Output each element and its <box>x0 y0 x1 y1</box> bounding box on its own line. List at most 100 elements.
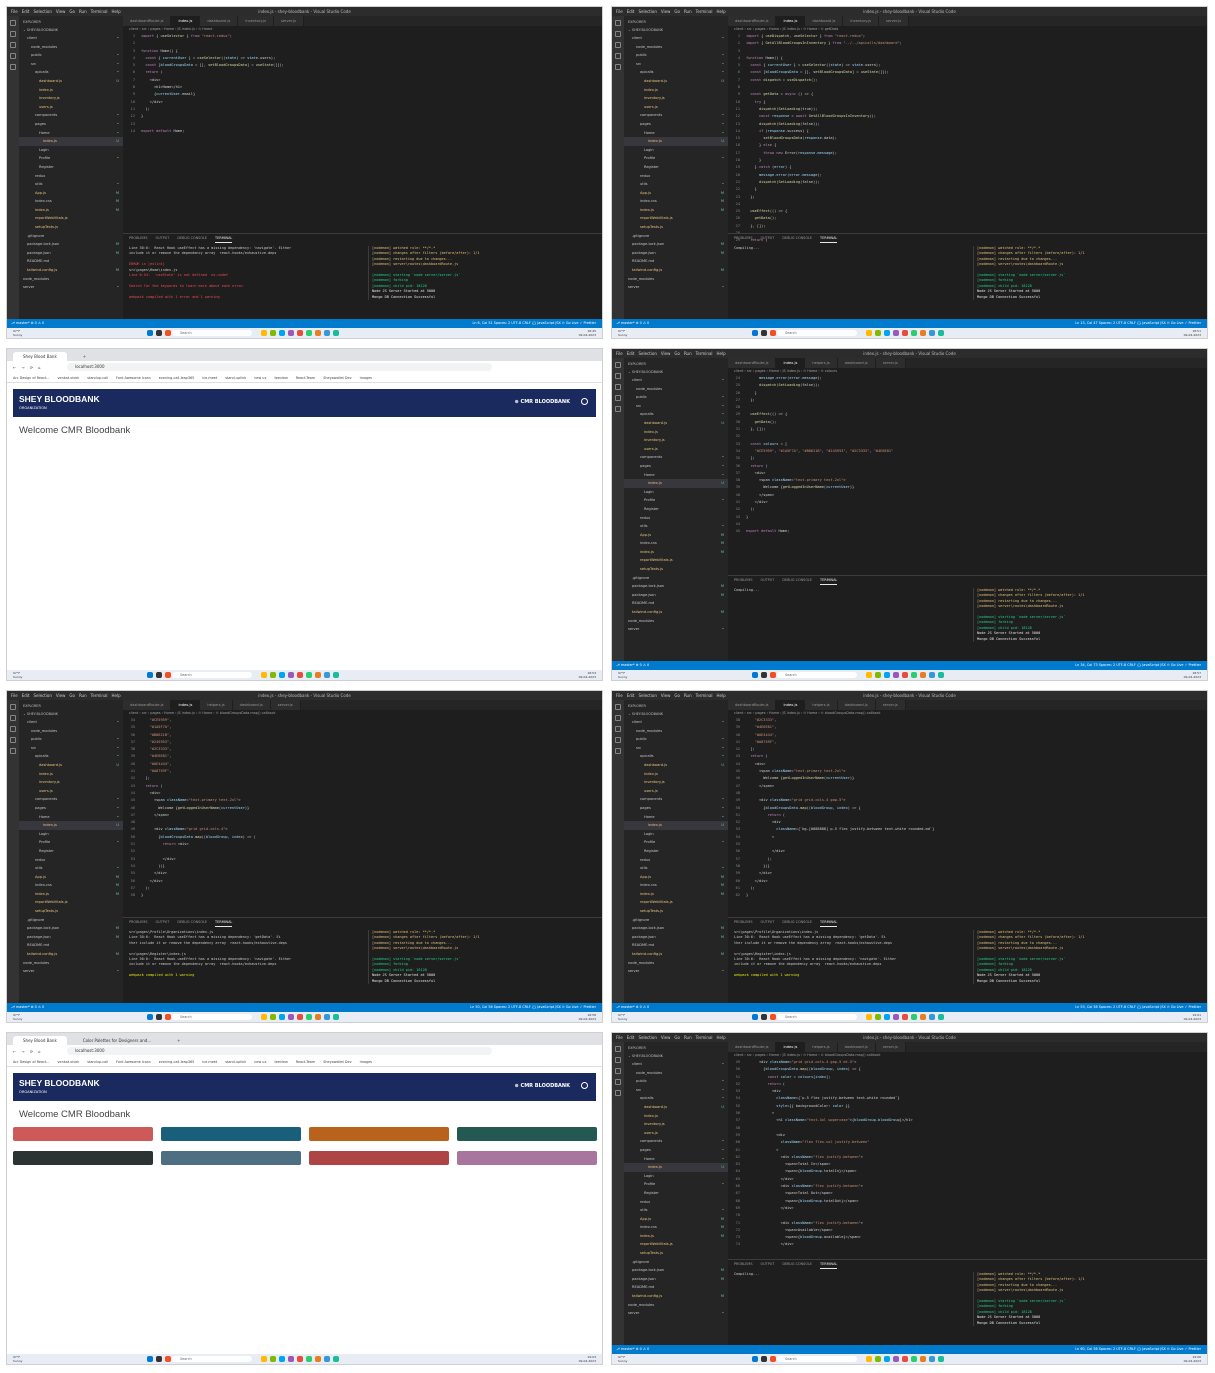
taskbar-app-icon[interactable] <box>315 672 321 678</box>
cursor-info[interactable]: Ln 6, Col 51 Spaces: 2 UTF-8 CRLF {} Jav… <box>472 319 602 328</box>
editor-tab[interactable]: helpers.js <box>805 700 838 710</box>
taskbar-app-icon[interactable] <box>884 330 890 336</box>
editor-tab[interactable]: server.js <box>878 16 910 26</box>
editor-tab[interactable]: server.js <box>875 700 906 710</box>
taskbar-app-icon[interactable] <box>875 1014 881 1020</box>
taskbar-app-icon[interactable] <box>279 672 285 678</box>
explorer-item[interactable]: index.js M <box>624 890 728 899</box>
bookmark[interactable]: Arc Design of React... <box>13 373 50 382</box>
panel-tab[interactable]: DEBUG CONSOLE <box>782 576 812 585</box>
editor-tab[interactable]: dashboard.js <box>837 358 876 368</box>
explorer-item[interactable]: server • <box>624 967 728 976</box>
bookmark[interactable]: Arc Design of React... <box>13 1057 50 1066</box>
explorer-item[interactable]: Profile • <box>624 154 728 163</box>
explorer-item[interactable]: Register <box>624 163 728 172</box>
explorer-item[interactable]: index.js M <box>19 890 123 899</box>
explorer-item[interactable]: setupTests.js <box>624 223 728 232</box>
explorer-item[interactable]: redux <box>19 172 123 181</box>
cursor-info[interactable]: Ln 13, Col 47 Spaces: 2 UTF-8 CRLF {} Ja… <box>1075 319 1207 328</box>
editor-tab[interactable]: dashboardRoute.js <box>728 700 777 710</box>
reload-icon[interactable]: ⟳ <box>30 365 33 370</box>
editor-tab[interactable]: index.js <box>171 16 201 26</box>
editor-tab[interactable]: dashboard.js <box>837 1042 876 1052</box>
taskbar-app-icon[interactable] <box>929 1014 935 1020</box>
home-icon[interactable]: ⌂ <box>38 365 41 370</box>
explorer-item[interactable]: Login <box>624 1172 728 1181</box>
explorer-item[interactable]: index.js U <box>624 137 728 146</box>
new-tab-button[interactable]: + <box>73 352 96 361</box>
extensions-icon[interactable] <box>615 406 621 412</box>
panel-tab[interactable]: PROBLEMS <box>734 918 753 927</box>
reload-icon[interactable]: ⟳ <box>30 1049 33 1054</box>
explorer-item[interactable]: setupTests.js <box>19 907 123 916</box>
explorer-item[interactable]: index.css M <box>19 197 123 206</box>
taskbar-app-icon[interactable] <box>911 1356 917 1362</box>
bookmark[interactable]: venkat-vivek <box>58 1057 80 1066</box>
explorer-item[interactable]: dashboard.js U <box>624 77 728 86</box>
panel-tab[interactable]: TERMINAL <box>215 234 233 243</box>
explorer-item[interactable]: index.js U <box>19 137 123 146</box>
explorer-item[interactable]: App.js M <box>624 873 728 882</box>
explorer-item[interactable]: reportWebVitals.js <box>624 556 728 565</box>
explorer-item[interactable]: node_modules <box>19 43 123 52</box>
logout-icon[interactable] <box>581 1082 588 1089</box>
explorer-item[interactable]: README.md <box>624 1283 728 1292</box>
taskbar-app-icon[interactable] <box>866 330 872 336</box>
taskbar-app-icon[interactable] <box>761 1014 767 1020</box>
explorer-item[interactable]: index.css M <box>624 197 728 206</box>
taskbar-app-icon[interactable] <box>156 672 162 678</box>
editor-tab[interactable]: dashboardRoute.js <box>123 16 172 26</box>
explorer-item[interactable]: utils • <box>19 180 123 189</box>
explorer-item[interactable]: components • <box>624 795 728 804</box>
panel-tab[interactable]: OUTPUT <box>761 1260 775 1269</box>
explorer-item[interactable]: package-lock.json M <box>624 924 728 933</box>
taskbar-app-icon[interactable] <box>324 1356 330 1362</box>
explorer-item[interactable]: utils • <box>624 180 728 189</box>
home-icon[interactable]: ⌂ <box>38 1049 41 1054</box>
extensions-icon[interactable] <box>615 64 621 70</box>
explorer-item[interactable]: App.js M <box>19 189 123 198</box>
taskbar-app-icon[interactable] <box>333 672 339 678</box>
editor-tab[interactable]: helpers.js <box>805 1042 838 1052</box>
bookmark[interactable]: Font Awesome Icons <box>116 1057 151 1066</box>
taskbar-search[interactable]: Search <box>777 1356 857 1362</box>
editor-tab[interactable]: server.js <box>875 1042 906 1052</box>
explorer-item[interactable]: package.json M <box>624 933 728 942</box>
explorer-item[interactable]: public • <box>19 735 123 744</box>
explorer-item[interactable]: package-lock.json M <box>19 924 123 933</box>
panel-tab[interactable]: PROBLEMS <box>734 576 753 585</box>
panel-tab[interactable]: TERMINAL <box>820 234 838 243</box>
bookmark[interactable]: ice-meet <box>202 373 217 382</box>
taskbar-app-icon[interactable] <box>165 1356 171 1362</box>
explorer-item[interactable]: Profile • <box>19 838 123 847</box>
editor-tab[interactable]: server.js <box>273 16 305 26</box>
explorer-item[interactable]: package.json M <box>624 591 728 600</box>
source-control-icon[interactable] <box>615 726 621 732</box>
explorer-item[interactable]: public • <box>624 51 728 60</box>
explorer-item[interactable]: public • <box>19 51 123 60</box>
explorer-item[interactable]: users.js <box>624 787 728 796</box>
explorer-item[interactable]: node_modules <box>624 43 728 52</box>
taskbar-app-icon[interactable] <box>929 672 935 678</box>
explorer-item[interactable]: Home • <box>624 1155 728 1164</box>
bookmark[interactable]: stand-uplink <box>225 373 246 382</box>
explorer-item[interactable]: pages • <box>19 120 123 129</box>
browser-tab[interactable]: Shey Blood Bank <box>13 1036 67 1045</box>
editor-tab[interactable]: server.js <box>270 700 301 710</box>
explorer-item[interactable]: index.js <box>624 86 728 95</box>
explorer-item[interactable]: redux <box>19 856 123 865</box>
explorer-item[interactable]: utils • <box>624 1206 728 1215</box>
explorer-item[interactable]: components • <box>624 111 728 120</box>
explorer-item[interactable]: index.css M <box>624 1223 728 1232</box>
new-tab-button[interactable]: + <box>167 1036 190 1045</box>
panel-tab[interactable]: TERMINAL <box>215 918 233 927</box>
explorer-item[interactable]: Register <box>624 1189 728 1198</box>
explorer-item[interactable]: Register <box>19 163 123 172</box>
explorer-item[interactable]: utils • <box>624 522 728 531</box>
taskbar-app-icon[interactable] <box>752 330 758 336</box>
taskbar-app-icon[interactable] <box>270 330 276 336</box>
browser-tab[interactable]: Shey Blood Bank <box>13 352 67 361</box>
cursor-info[interactable]: Ln 53, Col 58 Spaces: 2 UTF-8 CRLF {} Ja… <box>1075 1003 1207 1012</box>
taskbar-app-icon[interactable] <box>938 330 944 336</box>
explorer-item[interactable]: reportWebVitals.js <box>624 898 728 907</box>
